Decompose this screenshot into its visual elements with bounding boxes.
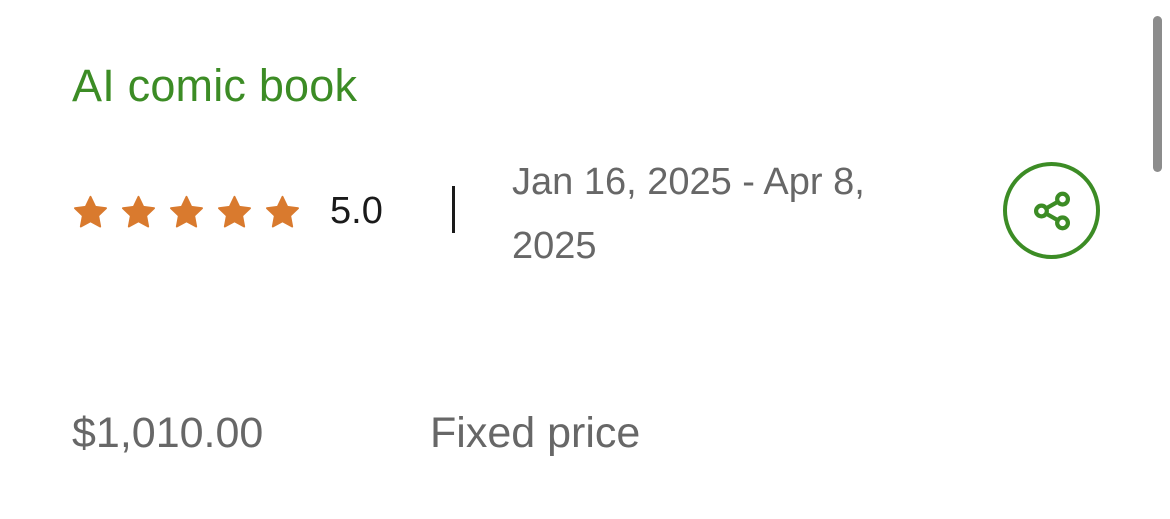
star-icon: [168, 194, 205, 231]
job-card: AI comic book 5.0 Jan 16, 2025 - Apr 8, …: [0, 0, 1170, 519]
star-icon: [72, 194, 109, 231]
contract-dates: Jan 16, 2025 - Apr 8, 2025: [512, 161, 865, 267]
rating-value: 5.0: [330, 190, 383, 232]
share-icon: [1029, 188, 1075, 234]
scrollbar[interactable]: [1148, 0, 1170, 519]
star-rating: [72, 192, 301, 232]
star-icon: [216, 194, 253, 231]
scrollbar-thumb[interactable]: [1153, 16, 1162, 172]
budget-type: Fixed price: [430, 409, 641, 457]
star-icon: [264, 194, 301, 231]
share-button[interactable]: [1003, 162, 1100, 259]
divider: [452, 186, 455, 233]
job-title[interactable]: AI comic book: [72, 58, 357, 114]
star-icon: [120, 194, 157, 231]
job-price: $1,010.00: [72, 409, 264, 457]
